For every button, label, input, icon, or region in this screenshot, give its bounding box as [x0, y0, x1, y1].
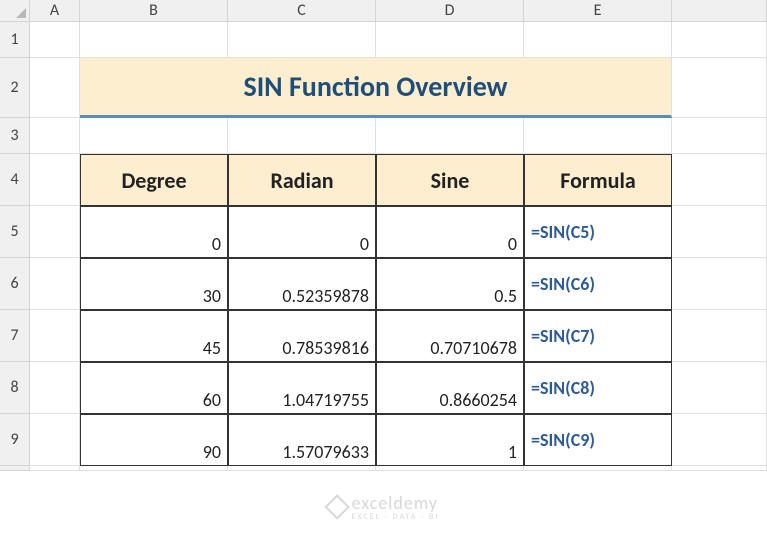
- cell-sine-5[interactable]: 0: [376, 206, 524, 258]
- cell-a7[interactable]: [30, 310, 80, 362]
- col-header-d[interactable]: D: [376, 0, 524, 22]
- col-header-blank: [672, 0, 767, 22]
- cell-a4[interactable]: [30, 154, 80, 206]
- cell-sine-7[interactable]: 0.70710678: [376, 310, 524, 362]
- cell-blank-d: [376, 466, 524, 471]
- row-header-3[interactable]: 3: [0, 118, 30, 154]
- cell-a8[interactable]: [30, 362, 80, 414]
- cell-a3[interactable]: [30, 118, 80, 154]
- cell-blank-f: [672, 466, 767, 471]
- cell-sine-9[interactable]: 1: [376, 414, 524, 466]
- watermark-name: exceldemy: [352, 492, 438, 514]
- header-radian[interactable]: Radian: [228, 154, 376, 206]
- cell-formula-6[interactable]: =SIN(C6): [524, 258, 672, 310]
- header-degree[interactable]: Degree: [80, 154, 228, 206]
- cell-blank-e: [524, 466, 672, 471]
- cell-radian-8[interactable]: 1.04719755: [228, 362, 376, 414]
- cell-a6[interactable]: [30, 258, 80, 310]
- cell-radian-9[interactable]: 1.57079633: [228, 414, 376, 466]
- cell-blank-7: [672, 310, 767, 362]
- cell-blank-3: [672, 118, 767, 154]
- cell-degree-9[interactable]: 90: [80, 414, 228, 466]
- row-header-2[interactable]: 2: [0, 58, 30, 118]
- cell-formula-9[interactable]: =SIN(C9): [524, 414, 672, 466]
- cell-b3[interactable]: [80, 118, 228, 154]
- watermark-icon: [324, 494, 349, 519]
- header-formula[interactable]: Formula: [524, 154, 672, 206]
- title-cell[interactable]: SIN Function Overview: [80, 58, 672, 118]
- cell-blank-5: [672, 206, 767, 258]
- cell-degree-6[interactable]: 30: [80, 258, 228, 310]
- cell-degree-8[interactable]: 60: [80, 362, 228, 414]
- cell-d3[interactable]: [376, 118, 524, 154]
- cell-degree-5[interactable]: 0: [80, 206, 228, 258]
- watermark-tagline: EXCEL · DATA · BI: [352, 512, 440, 522]
- cell-formula-7[interactable]: =SIN(C7): [524, 310, 672, 362]
- watermark-text: exceldemy EXCEL · DATA · BI: [352, 492, 440, 522]
- row-header-7[interactable]: 7: [0, 310, 30, 362]
- cell-blank-6: [672, 258, 767, 310]
- cell-radian-7[interactable]: 0.78539816: [228, 310, 376, 362]
- header-sine[interactable]: Sine: [376, 154, 524, 206]
- cell-c3[interactable]: [228, 118, 376, 154]
- row-header-8[interactable]: 8: [0, 362, 30, 414]
- cell-blank-a: [30, 466, 80, 471]
- cell-e1[interactable]: [524, 22, 672, 58]
- select-all-corner[interactable]: [0, 0, 30, 22]
- col-header-a[interactable]: A: [30, 0, 80, 22]
- cell-radian-6[interactable]: 0.52359878: [228, 258, 376, 310]
- cell-b1[interactable]: [80, 22, 228, 58]
- col-header-e[interactable]: E: [524, 0, 672, 22]
- cell-d1[interactable]: [376, 22, 524, 58]
- row-header-5[interactable]: 5: [0, 206, 30, 258]
- cell-a5[interactable]: [30, 206, 80, 258]
- spreadsheet-grid: A B C D E 1 2 SIN Function Overview 3 4 …: [0, 0, 767, 471]
- cell-blank-9: [672, 414, 767, 466]
- cell-formula-8[interactable]: =SIN(C8): [524, 362, 672, 414]
- row-header-6[interactable]: 6: [0, 258, 30, 310]
- cell-blank-1: [672, 22, 767, 58]
- row-header-4[interactable]: 4: [0, 154, 30, 206]
- cell-degree-7[interactable]: 45: [80, 310, 228, 362]
- cell-blank-c: [228, 466, 376, 471]
- row-header-9[interactable]: 9: [0, 414, 30, 466]
- cell-e3[interactable]: [524, 118, 672, 154]
- cell-a2[interactable]: [30, 58, 80, 118]
- col-header-b[interactable]: B: [80, 0, 228, 22]
- cell-blank-2: [672, 58, 767, 118]
- cell-radian-5[interactable]: 0: [228, 206, 376, 258]
- cell-blank-b: [80, 466, 228, 471]
- cell-sine-8[interactable]: 0.8660254: [376, 362, 524, 414]
- row-header-1[interactable]: 1: [0, 22, 30, 58]
- cell-c1[interactable]: [228, 22, 376, 58]
- cell-a9[interactable]: [30, 414, 80, 466]
- cell-sine-6[interactable]: 0.5: [376, 258, 524, 310]
- cell-a1[interactable]: [30, 22, 80, 58]
- cell-blank-8: [672, 362, 767, 414]
- col-header-c[interactable]: C: [228, 0, 376, 22]
- watermark: exceldemy EXCEL · DATA · BI: [328, 492, 440, 522]
- cell-blank-4: [672, 154, 767, 206]
- row-header-blank: [0, 466, 30, 471]
- cell-formula-5[interactable]: =SIN(C5): [524, 206, 672, 258]
